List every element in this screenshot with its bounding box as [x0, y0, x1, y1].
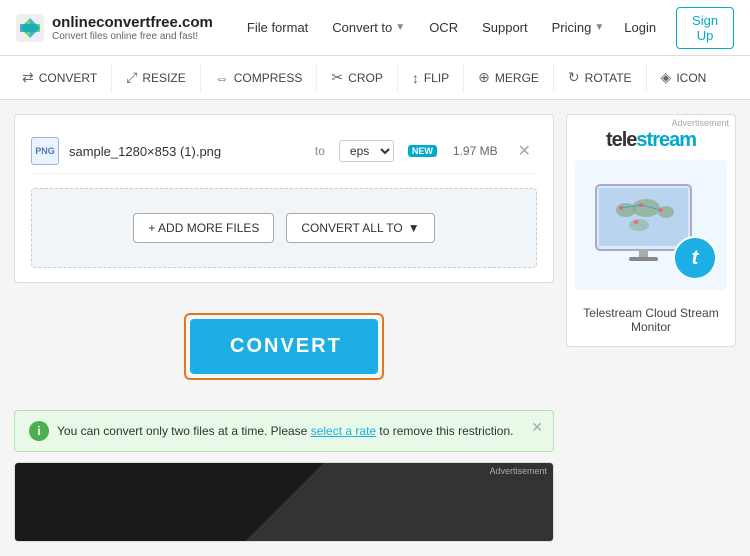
logo-subtitle: Convert files online free and fast!	[52, 31, 213, 42]
toolbar-rotate[interactable]: ↻ ROTATE	[554, 63, 647, 92]
add-more-files-button[interactable]: + ADD MORE FILES	[133, 213, 274, 243]
bottom-ad-image	[15, 463, 553, 541]
pricing-arrow: ▼	[594, 22, 604, 33]
convert-btn-border: CONVERT	[184, 313, 384, 380]
to-label: to	[315, 144, 325, 158]
icon-tool-icon: ◈	[661, 69, 672, 86]
nav-pricing[interactable]: Pricing▼	[542, 14, 615, 41]
file-row: PNG sample_1280×853 (1).png to eps png j…	[31, 129, 537, 174]
flip-icon: ↕	[412, 70, 419, 86]
resize-icon: ⤢	[126, 69, 137, 86]
new-badge: NEW	[408, 145, 437, 157]
toolbar-resize[interactable]: ⤢ RESIZE	[112, 63, 201, 92]
header-actions: Login Sign Up	[614, 7, 734, 49]
file-type-icon: PNG	[31, 137, 59, 165]
bottom-ad: Advertisement	[14, 462, 554, 542]
nav-file-format[interactable]: File format	[237, 14, 318, 41]
logo-icon	[16, 14, 44, 42]
remove-file-button[interactable]: ✕	[512, 139, 537, 163]
telestream-title: Telestream Cloud Stream Monitor	[567, 298, 735, 346]
nav-support[interactable]: Support	[472, 14, 538, 41]
convert-all-label: CONVERT ALL TO	[301, 221, 402, 235]
nav-convert-to[interactable]: Convert to▼	[322, 14, 415, 41]
telestream-badge-icon: t	[673, 236, 717, 280]
convert-all-button[interactable]: CONVERT ALL TO ▼	[286, 213, 434, 243]
info-text: You can convert only two files at a time…	[57, 424, 513, 438]
toolbar-flip[interactable]: ↕ FLIP	[398, 64, 464, 92]
toolbar-icon-label: ICON	[676, 71, 706, 85]
toolbar-convert[interactable]: ⇄ CONVERT	[8, 63, 112, 92]
file-name: sample_1280×853 (1).png	[69, 144, 305, 159]
sidebar-ad: Advertisement telestream	[566, 114, 736, 542]
toolbar-flip-label: FLIP	[424, 71, 449, 85]
toolbar-icon[interactable]: ◈ ICON	[647, 63, 721, 92]
toolbar-convert-label: CONVERT	[39, 71, 97, 85]
convert-button[interactable]: CONVERT	[190, 319, 378, 374]
header: onlineconvertfree.com Convert files onli…	[0, 0, 750, 56]
sidebar-ad-label: Advertisement	[671, 118, 729, 128]
convert-all-arrow: ▼	[408, 221, 420, 235]
format-select[interactable]: eps png jpg pdf svg	[339, 140, 394, 162]
sidebar-ad-card: Advertisement telestream	[566, 114, 736, 347]
toolbar-compress-label: COMPRESS	[234, 71, 303, 85]
login-button[interactable]: Login	[614, 15, 666, 40]
file-size: 1.97 MB	[453, 144, 498, 158]
compress-icon: ⇔	[215, 70, 229, 86]
main-nav: File format Convert to▼ OCR Support Pric…	[237, 14, 614, 41]
toolbar: ⇄ CONVERT ⤢ RESIZE ⇔ COMPRESS ✂ CROP ↕ F…	[0, 56, 750, 100]
select-rate-link[interactable]: select a rate	[311, 424, 376, 438]
logo-text: onlineconvertfree.com Convert files onli…	[52, 14, 213, 42]
telestream-logo: telestream	[579, 129, 723, 152]
info-banner-close[interactable]: ✕	[531, 419, 543, 436]
telestream-image-area: t	[575, 160, 727, 290]
toolbar-compress[interactable]: ⇔ COMPRESS	[201, 64, 318, 92]
content-area: PNG sample_1280×853 (1).png to eps png j…	[14, 114, 554, 542]
crop-icon: ✂	[331, 69, 343, 86]
toolbar-crop[interactable]: ✂ CROP	[317, 63, 397, 92]
main-content: PNG sample_1280×853 (1).png to eps png j…	[0, 100, 750, 556]
toolbar-merge[interactable]: ⊕ MERGE	[464, 63, 554, 92]
signup-button[interactable]: Sign Up	[676, 7, 734, 49]
toolbar-rotate-label: ROTATE	[585, 71, 632, 85]
convert-to-arrow: ▼	[395, 22, 405, 33]
convert-button-wrapper: CONVERT	[14, 297, 554, 396]
toolbar-resize-label: RESIZE	[142, 71, 185, 85]
file-card: PNG sample_1280×853 (1).png to eps png j…	[14, 114, 554, 283]
rotate-icon: ↻	[568, 69, 580, 86]
logo: onlineconvertfree.com Convert files onli…	[16, 14, 213, 42]
info-icon: i	[29, 421, 49, 441]
convert-toolbar-icon: ⇄	[22, 69, 34, 86]
toolbar-merge-label: MERGE	[495, 71, 539, 85]
merge-icon: ⊕	[478, 69, 490, 86]
drop-zone: + ADD MORE FILES CONVERT ALL TO ▼	[31, 188, 537, 268]
bottom-ad-label: Advertisement	[489, 466, 547, 476]
nav-ocr[interactable]: OCR	[419, 14, 468, 41]
toolbar-crop-label: CROP	[348, 71, 383, 85]
info-banner: i You can convert only two files at a ti…	[14, 410, 554, 452]
logo-title: onlineconvertfree.com	[52, 14, 213, 31]
